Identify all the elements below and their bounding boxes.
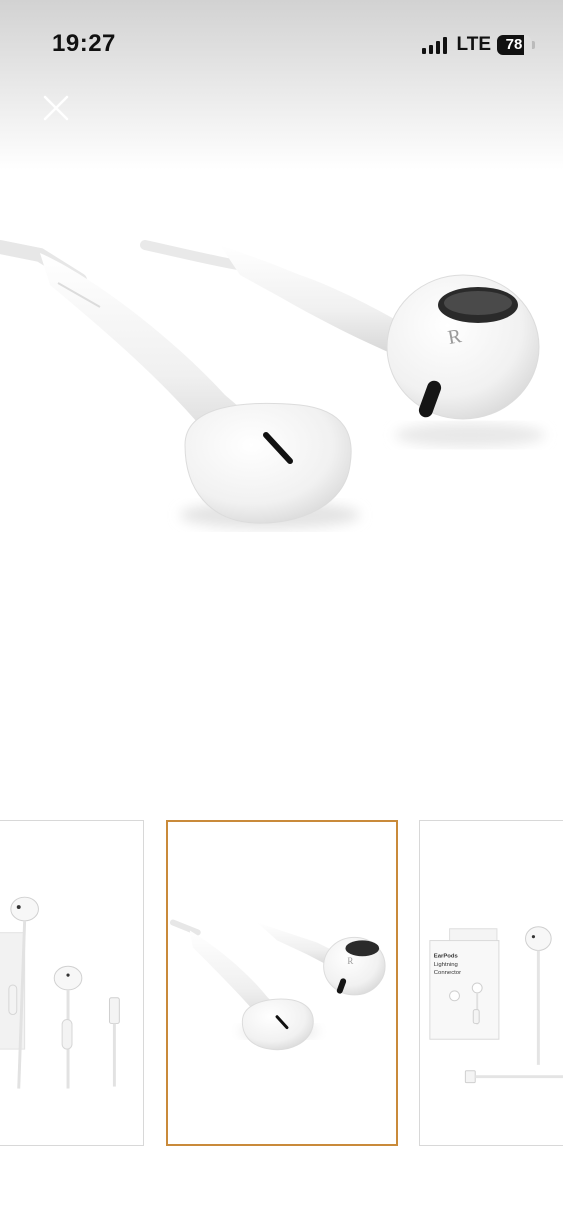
box-subtitle-2: Connector [434, 970, 461, 976]
thumbnail-1[interactable] [0, 820, 144, 1146]
signal-icon [421, 36, 447, 54]
network-label: LTE [456, 34, 491, 55]
close-button[interactable] [38, 90, 74, 126]
status-time: 19:27 [52, 30, 116, 57]
box-title: EarPods [434, 953, 459, 959]
status-indicators: LTE 78 [421, 34, 535, 56]
earpods-closeup-thumbnail: R [169, 919, 386, 1051]
earpods-image: R [0, 240, 545, 529]
battery-level: 78 [505, 36, 523, 53]
thumbnail-3[interactable]: EarPods Lightning Connector [419, 820, 563, 1146]
status-bar: 19:27 LTE 78 [0, 0, 563, 90]
product-main-image[interactable]: R [0, 225, 563, 555]
thumbnail-2[interactable]: R [166, 820, 398, 1146]
battery-icon: 78 [497, 35, 535, 55]
earpods-box-image: EarPods Lightning Connector [429, 926, 563, 1084]
svg-text:R: R [347, 956, 353, 966]
box-subtitle-1: Lightning [434, 962, 458, 968]
thumbnail-strip: R EarPods Lightning Connector [0, 820, 563, 1146]
earpods-with-connector-image [0, 896, 120, 1089]
close-icon [43, 95, 69, 121]
